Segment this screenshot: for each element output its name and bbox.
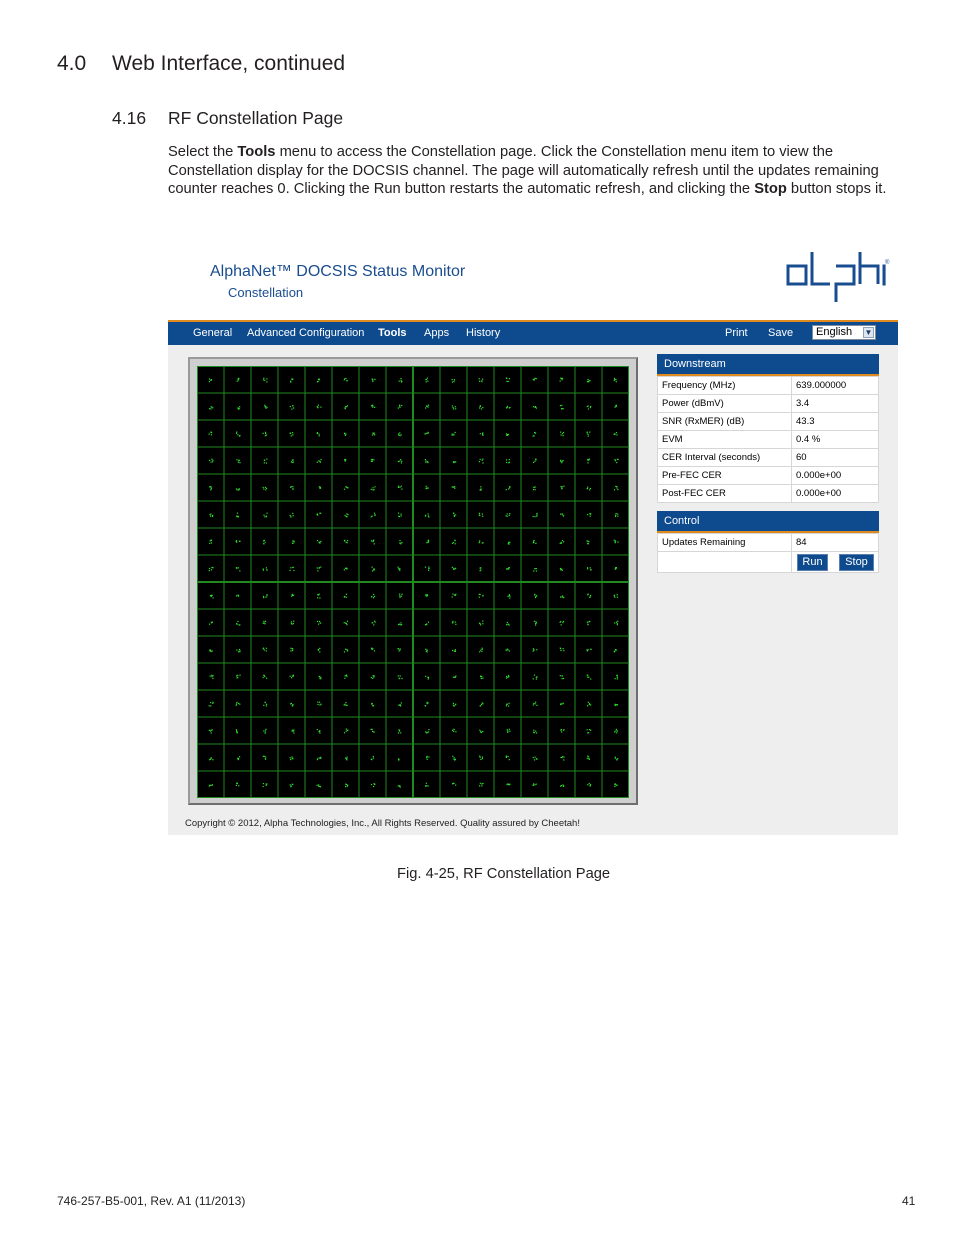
run-button[interactable]: Run <box>797 554 828 571</box>
save-link[interactable]: Save <box>768 327 793 339</box>
nav-advanced-configuration[interactable]: Advanced Configuration <box>247 327 364 339</box>
constellation-frame <box>188 357 638 805</box>
subsection-heading: 4.16 RF Constellation Page <box>112 108 343 129</box>
app-title: AlphaNet™ DOCSIS Status Monitor <box>210 263 466 280</box>
table-row: SNR (RxMER) (dB) 43.3 <box>657 412 879 431</box>
nav-general[interactable]: General <box>193 327 232 339</box>
language-select[interactable]: English ▼ <box>812 325 876 340</box>
nav-tools[interactable]: Tools <box>378 327 407 339</box>
row-label: CER Interval (seconds) <box>657 448 792 467</box>
figure-caption: Fig. 4-25, RF Constellation Page <box>397 866 611 882</box>
nav-history[interactable]: History <box>466 327 500 339</box>
row-value: 43.3 <box>791 412 879 431</box>
row-value: 60 <box>791 448 879 467</box>
nav-bar: General Advanced Configuration Tools App… <box>168 320 898 345</box>
section-heading: 4.0 Web Interface, continued <box>57 52 345 76</box>
row-value: 0.000e+00 <box>791 466 879 485</box>
control-header: Control <box>657 511 879 533</box>
downstream-panel: Downstream Frequency (MHz) 639.000000 Pow… <box>657 354 879 503</box>
nav-apps[interactable]: Apps <box>424 327 449 339</box>
updates-remaining-value: 84 <box>791 533 879 552</box>
language-value: English <box>816 326 853 338</box>
section-title: Web Interface, continued <box>112 52 346 75</box>
alpha-logo: ® <box>786 252 890 302</box>
table-row: Power (dBmV) 3.4 <box>657 394 879 413</box>
body-paragraph: Select the Tools menu to access the Cons… <box>168 143 908 199</box>
row-value: 0.000e+00 <box>791 484 879 503</box>
footer-doc-id: 746-257-B5-001, Rev. A1 (11/2013) <box>57 1194 246 1208</box>
row-label: Pre-FEC CER <box>657 466 792 485</box>
table-row: Updates Remaining 84 <box>657 533 879 552</box>
paragraph-text: button stops it. <box>786 181 887 197</box>
stop-button[interactable]: Stop <box>839 554 874 571</box>
print-link[interactable]: Print <box>725 327 748 339</box>
row-label: Frequency (MHz) <box>657 376 792 395</box>
content-area: Downstream Frequency (MHz) 639.000000 Pow… <box>168 345 898 835</box>
control-table: Updates Remaining 84 Run Stop <box>657 533 879 573</box>
table-row: CER Interval (seconds) 60 <box>657 448 879 467</box>
copyright-text: Copyright © 2012, Alpha Technologies, In… <box>185 818 580 829</box>
table-row: Pre-FEC CER 0.000e+00 <box>657 466 879 485</box>
subsection-title: RF Constellation Page <box>168 108 344 128</box>
paragraph-bold-tools: Tools <box>237 144 276 160</box>
row-value: 3.4 <box>791 394 879 413</box>
paragraph-bold-stop: Stop <box>754 181 787 197</box>
row-label: Power (dBmV) <box>657 394 792 413</box>
row-label: SNR (RxMER) (dB) <box>657 412 792 431</box>
row-label: EVM <box>657 430 792 449</box>
empty-cell <box>657 551 792 573</box>
updates-remaining-label: Updates Remaining <box>657 533 792 552</box>
svg-text:®: ® <box>885 259 890 266</box>
table-row: Run Stop <box>657 551 879 573</box>
table-row: EVM 0.4 % <box>657 430 879 449</box>
downstream-table: Frequency (MHz) 639.000000 Power (dBmV) 3.… <box>657 376 879 503</box>
buttons-cell: Run Stop <box>791 551 879 573</box>
table-row: Post-FEC CER 0.000e+00 <box>657 484 879 503</box>
subsection-number: 4.16 <box>112 108 147 128</box>
paragraph-text: Select the <box>168 144 238 160</box>
row-label: Post-FEC CER <box>657 484 792 503</box>
constellation-plot <box>197 366 629 798</box>
app-subtitle: Constellation <box>228 285 304 300</box>
row-value: 0.4 % <box>791 430 879 449</box>
row-value: 639.000000 <box>791 376 879 395</box>
chevron-down-icon: ▼ <box>863 327 874 338</box>
figure-screenshot: AlphaNet™ DOCSIS Status Monitor Constell… <box>168 238 898 835</box>
control-panel: Control Updates Remaining 84 Run Stop <box>657 511 879 573</box>
table-row: Frequency (MHz) 639.000000 <box>657 376 879 395</box>
section-number: 4.0 <box>57 52 87 75</box>
downstream-header: Downstream <box>657 354 879 376</box>
footer-page-number: 41 <box>902 1194 916 1208</box>
